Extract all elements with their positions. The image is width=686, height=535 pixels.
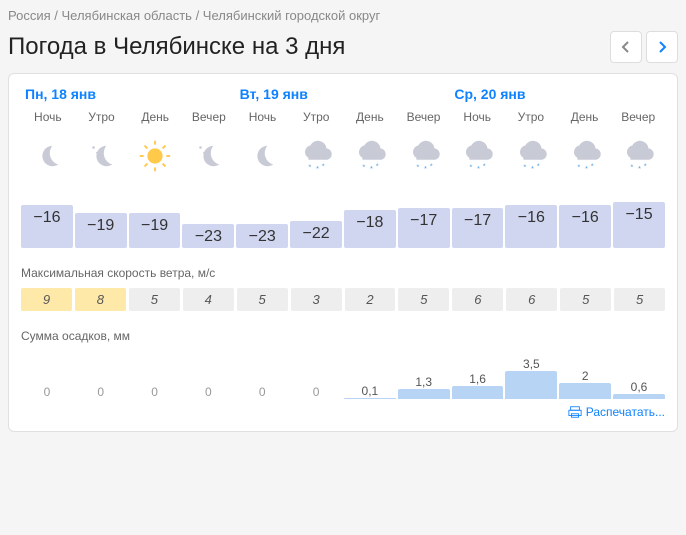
temp-value: −18 xyxy=(344,210,396,248)
svg-text:*: * xyxy=(316,164,319,173)
precip-value: 0,1 xyxy=(344,384,396,399)
svg-text:*: * xyxy=(362,162,365,171)
svg-text:*: * xyxy=(424,164,427,173)
weather-icon xyxy=(128,128,182,184)
wind-value: 4 xyxy=(183,288,234,311)
daypart-label: Утро xyxy=(289,110,343,124)
temp-value: −19 xyxy=(129,213,181,248)
precip-value: 0 xyxy=(129,385,181,399)
svg-text:*: * xyxy=(631,162,634,171)
svg-text:*: * xyxy=(523,162,526,171)
daypart-label: Вечер xyxy=(397,110,451,124)
daypart-label: Ночь xyxy=(21,110,75,124)
wind-section-label: Максимальная скорость ветра, м/с xyxy=(21,266,665,280)
chevron-right-icon xyxy=(657,40,667,54)
svg-text:*: * xyxy=(638,164,641,173)
page-title: Погода в Челябинске на 3 дня xyxy=(8,33,345,61)
wind-value: 3 xyxy=(291,288,342,311)
weather-icon: *** xyxy=(397,128,451,184)
svg-text:*: * xyxy=(477,164,480,173)
day-label[interactable]: Ср, 20 янв xyxy=(450,86,525,102)
svg-text:*: * xyxy=(376,161,379,170)
prev-button[interactable] xyxy=(610,31,642,63)
weather-icon xyxy=(236,128,290,184)
wind-value: 5 xyxy=(614,288,665,311)
precip-value: 1,6 xyxy=(452,372,504,399)
weather-icon: *** xyxy=(611,128,665,184)
crumb-link[interactable]: Россия xyxy=(8,8,51,23)
precip-value: 2 xyxy=(559,369,611,399)
svg-text:*: * xyxy=(590,161,593,170)
weather-icon xyxy=(75,128,129,184)
temp-value: −17 xyxy=(398,208,450,249)
daypart-label: Вечер xyxy=(182,110,236,124)
weather-icon: *** xyxy=(289,128,343,184)
svg-text:*: * xyxy=(585,164,588,173)
daypart-label: Вечер xyxy=(611,110,665,124)
daypart-label: Утро xyxy=(75,110,129,124)
weather-icon: *** xyxy=(450,128,504,184)
temp-value: −16 xyxy=(505,205,557,248)
next-button[interactable] xyxy=(646,31,678,63)
precip-value: 3,5 xyxy=(505,357,557,399)
svg-text:*: * xyxy=(322,161,325,170)
wind-value: 5 xyxy=(398,288,449,311)
precip-value: 0 xyxy=(290,385,342,399)
daypart-label: День xyxy=(558,110,612,124)
precip-value: 1,3 xyxy=(398,375,450,399)
crumb-link[interactable]: Челябинский городской округ xyxy=(203,8,380,23)
wind-value: 9 xyxy=(21,288,72,311)
svg-text:*: * xyxy=(309,162,312,171)
temp-value: −23 xyxy=(182,224,234,248)
day-label[interactable]: Пн, 18 янв xyxy=(21,86,96,102)
svg-text:*: * xyxy=(470,162,473,171)
temp-value: −17 xyxy=(452,208,504,249)
print-link[interactable]: Распечатать... xyxy=(586,405,665,419)
wind-value: 2 xyxy=(345,288,396,311)
temp-value: −23 xyxy=(236,224,288,248)
svg-text:*: * xyxy=(577,162,580,171)
temp-value: −15 xyxy=(613,202,665,248)
weather-icon xyxy=(182,128,236,184)
svg-text:*: * xyxy=(537,161,540,170)
svg-text:*: * xyxy=(429,161,432,170)
svg-text:*: * xyxy=(416,162,419,171)
breadcrumb: Россия / Челябинская область / Челябинск… xyxy=(8,8,678,23)
printer-icon xyxy=(568,405,582,419)
svg-text:*: * xyxy=(483,161,486,170)
precip-value: 0 xyxy=(75,385,127,399)
day-label[interactable]: Вт, 19 янв xyxy=(236,86,308,102)
daypart-label: День xyxy=(128,110,182,124)
wind-value: 5 xyxy=(237,288,288,311)
daypart-label: Ночь xyxy=(236,110,290,124)
precip-value: 0 xyxy=(236,385,288,399)
weather-icon: *** xyxy=(504,128,558,184)
precip-value: 0,6 xyxy=(613,380,665,399)
svg-text:*: * xyxy=(370,164,373,173)
temp-value: −19 xyxy=(75,213,127,248)
weather-icon: *** xyxy=(343,128,397,184)
chevron-left-icon xyxy=(621,40,631,54)
temp-value: −22 xyxy=(290,221,342,248)
daypart-label: День xyxy=(343,110,397,124)
svg-text:*: * xyxy=(531,164,534,173)
daypart-label: Утро xyxy=(504,110,558,124)
crumb-link[interactable]: Челябинская область xyxy=(61,8,191,23)
wind-value: 6 xyxy=(452,288,503,311)
weather-icon xyxy=(21,128,75,184)
wind-value: 8 xyxy=(75,288,126,311)
daypart-label: Ночь xyxy=(450,110,504,124)
svg-text:*: * xyxy=(644,161,647,170)
temp-value: −16 xyxy=(559,205,611,248)
precip-value: 0 xyxy=(182,385,234,399)
weather-card: Пн, 18 янв Вт, 19 янв Ср, 20 янв НочьУтр… xyxy=(8,73,678,432)
wind-value: 5 xyxy=(129,288,180,311)
precip-value: 0 xyxy=(21,385,73,399)
weather-icon: *** xyxy=(558,128,612,184)
wind-value: 5 xyxy=(560,288,611,311)
precip-section-label: Сумма осадков, мм xyxy=(21,329,665,343)
temp-value: −16 xyxy=(21,205,73,248)
wind-value: 6 xyxy=(506,288,557,311)
